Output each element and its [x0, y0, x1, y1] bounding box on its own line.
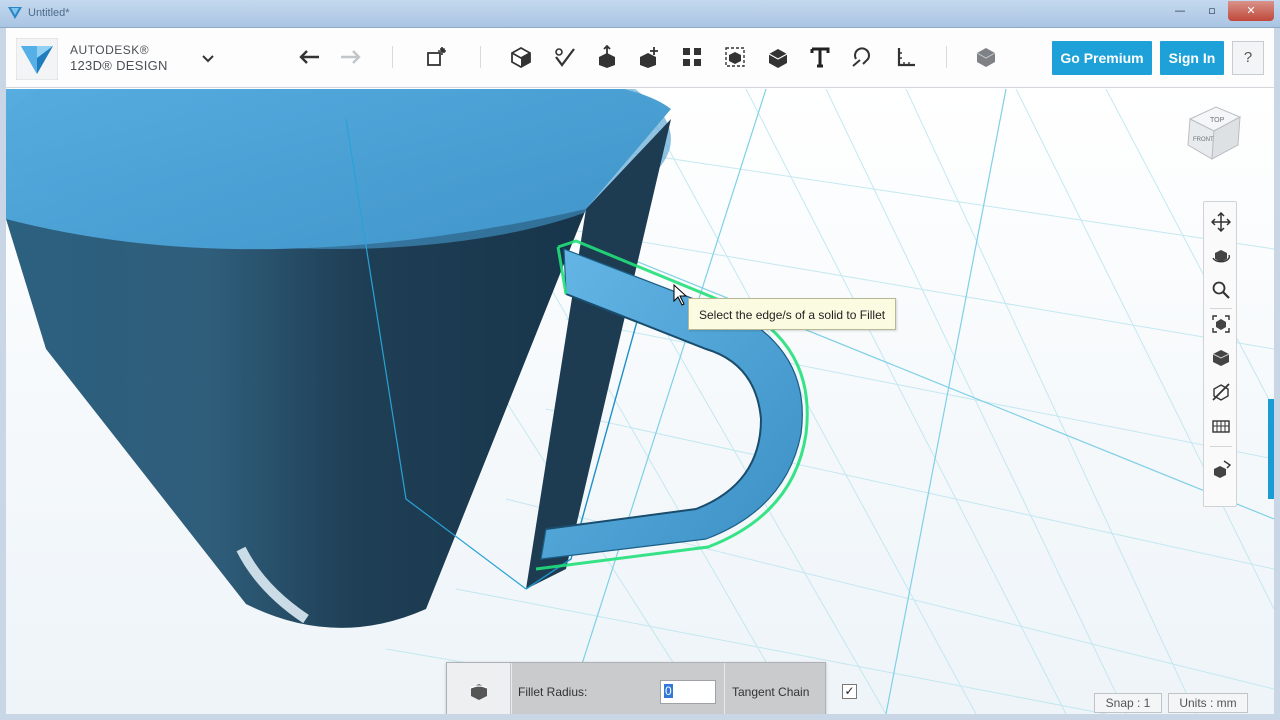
orbit-icon[interactable]: [1209, 244, 1233, 268]
material-icon[interactable]: [973, 44, 999, 70]
fillet-tooltip: Select the edge/s of a solid to Fillet: [688, 298, 897, 330]
app-icon: [8, 7, 22, 19]
combine-icon[interactable]: [765, 44, 791, 70]
grouping-icon[interactable]: [722, 44, 748, 70]
redo-icon[interactable]: [337, 44, 363, 70]
primitives-icon[interactable]: [508, 44, 534, 70]
zoom-icon[interactable]: [1209, 278, 1233, 302]
nav-separator: [1210, 308, 1232, 309]
viewcube-top-label[interactable]: TOP: [1210, 117, 1225, 124]
side-panel-tab[interactable]: [1268, 399, 1274, 499]
maximize-button[interactable]: ▫: [1196, 1, 1228, 21]
app-frame: AUTODESK® 123D® DESIGN Go Premium Sign I…: [6, 28, 1274, 714]
fillet-radius-input[interactable]: 0: [660, 680, 716, 704]
fit-icon[interactable]: [1209, 312, 1233, 336]
grid-major: [565, 89, 1274, 714]
sketch-icon[interactable]: [552, 44, 578, 70]
viewcube-front-label[interactable]: FRONT: [1193, 137, 1214, 143]
grid-snap-icon[interactable]: [1209, 458, 1233, 482]
tangent-chain-label: Tangent Chain: [732, 685, 810, 699]
panel-divider: [724, 663, 725, 714]
close-button[interactable]: ✕: [1228, 1, 1274, 21]
pan-icon[interactable]: [1209, 210, 1233, 234]
modify-icon[interactable]: [637, 44, 663, 70]
views-icon[interactable]: [1209, 346, 1233, 370]
units-setting[interactable]: Units : mm: [1168, 693, 1248, 713]
snap-setting[interactable]: Snap : 1: [1094, 693, 1162, 713]
toolbar-separator: [392, 46, 393, 68]
snap-icon[interactable]: [849, 44, 875, 70]
measure-icon[interactable]: [893, 44, 919, 70]
brand-line1: AUTODESK®: [70, 43, 150, 57]
main-toolbar: AUTODESK® 123D® DESIGN Go Premium Sign I…: [6, 28, 1274, 88]
navigation-bar: [1203, 201, 1237, 507]
help-button[interactable]: ?: [1232, 41, 1264, 75]
fillet-options: Fillet Radius: 0 Tangent Chain ✓: [512, 663, 857, 714]
minimize-button[interactable]: —: [1164, 1, 1196, 21]
materials-outlines-icon[interactable]: [1209, 414, 1233, 438]
brand-name: AUTODESK® 123D® DESIGN: [70, 43, 168, 73]
visibility-icon[interactable]: [1209, 380, 1233, 404]
go-premium-button[interactable]: Go Premium: [1052, 41, 1152, 75]
transform-icon[interactable]: [423, 44, 449, 70]
brand-line2: 123D® DESIGN: [70, 58, 168, 73]
text-icon[interactable]: [807, 44, 833, 70]
fillet-panel: Fillet Radius: 0 Tangent Chain ✓: [446, 662, 857, 714]
scene-canvas[interactable]: [6, 89, 1274, 714]
pattern-icon[interactable]: [679, 44, 705, 70]
window-titlebar: Untitled* — ▫ ✕: [0, 0, 1280, 28]
undo-icon[interactable]: [297, 44, 323, 70]
viewcube[interactable]: TOP FRONT: [1178, 97, 1248, 167]
nav-separator: [1210, 446, 1232, 447]
tangent-chain-checkbox[interactable]: ✓: [842, 684, 857, 699]
chevron-down-icon[interactable]: [200, 52, 216, 66]
3d-viewport[interactable]: Select the edge/s of a solid to Fillet T…: [6, 89, 1274, 714]
window-title: Untitled*: [28, 7, 70, 19]
toolbar-separator: [946, 46, 947, 68]
123d-logo-icon[interactable]: [16, 38, 58, 80]
fillet-radius-label: Fillet Radius:: [518, 685, 588, 699]
sign-in-button[interactable]: Sign In: [1160, 41, 1224, 75]
toolbar-separator: [480, 46, 481, 68]
construct-icon[interactable]: [594, 44, 620, 70]
fillet-tool-icon[interactable]: [447, 663, 511, 714]
fillet-radius-value[interactable]: 0: [664, 684, 673, 698]
